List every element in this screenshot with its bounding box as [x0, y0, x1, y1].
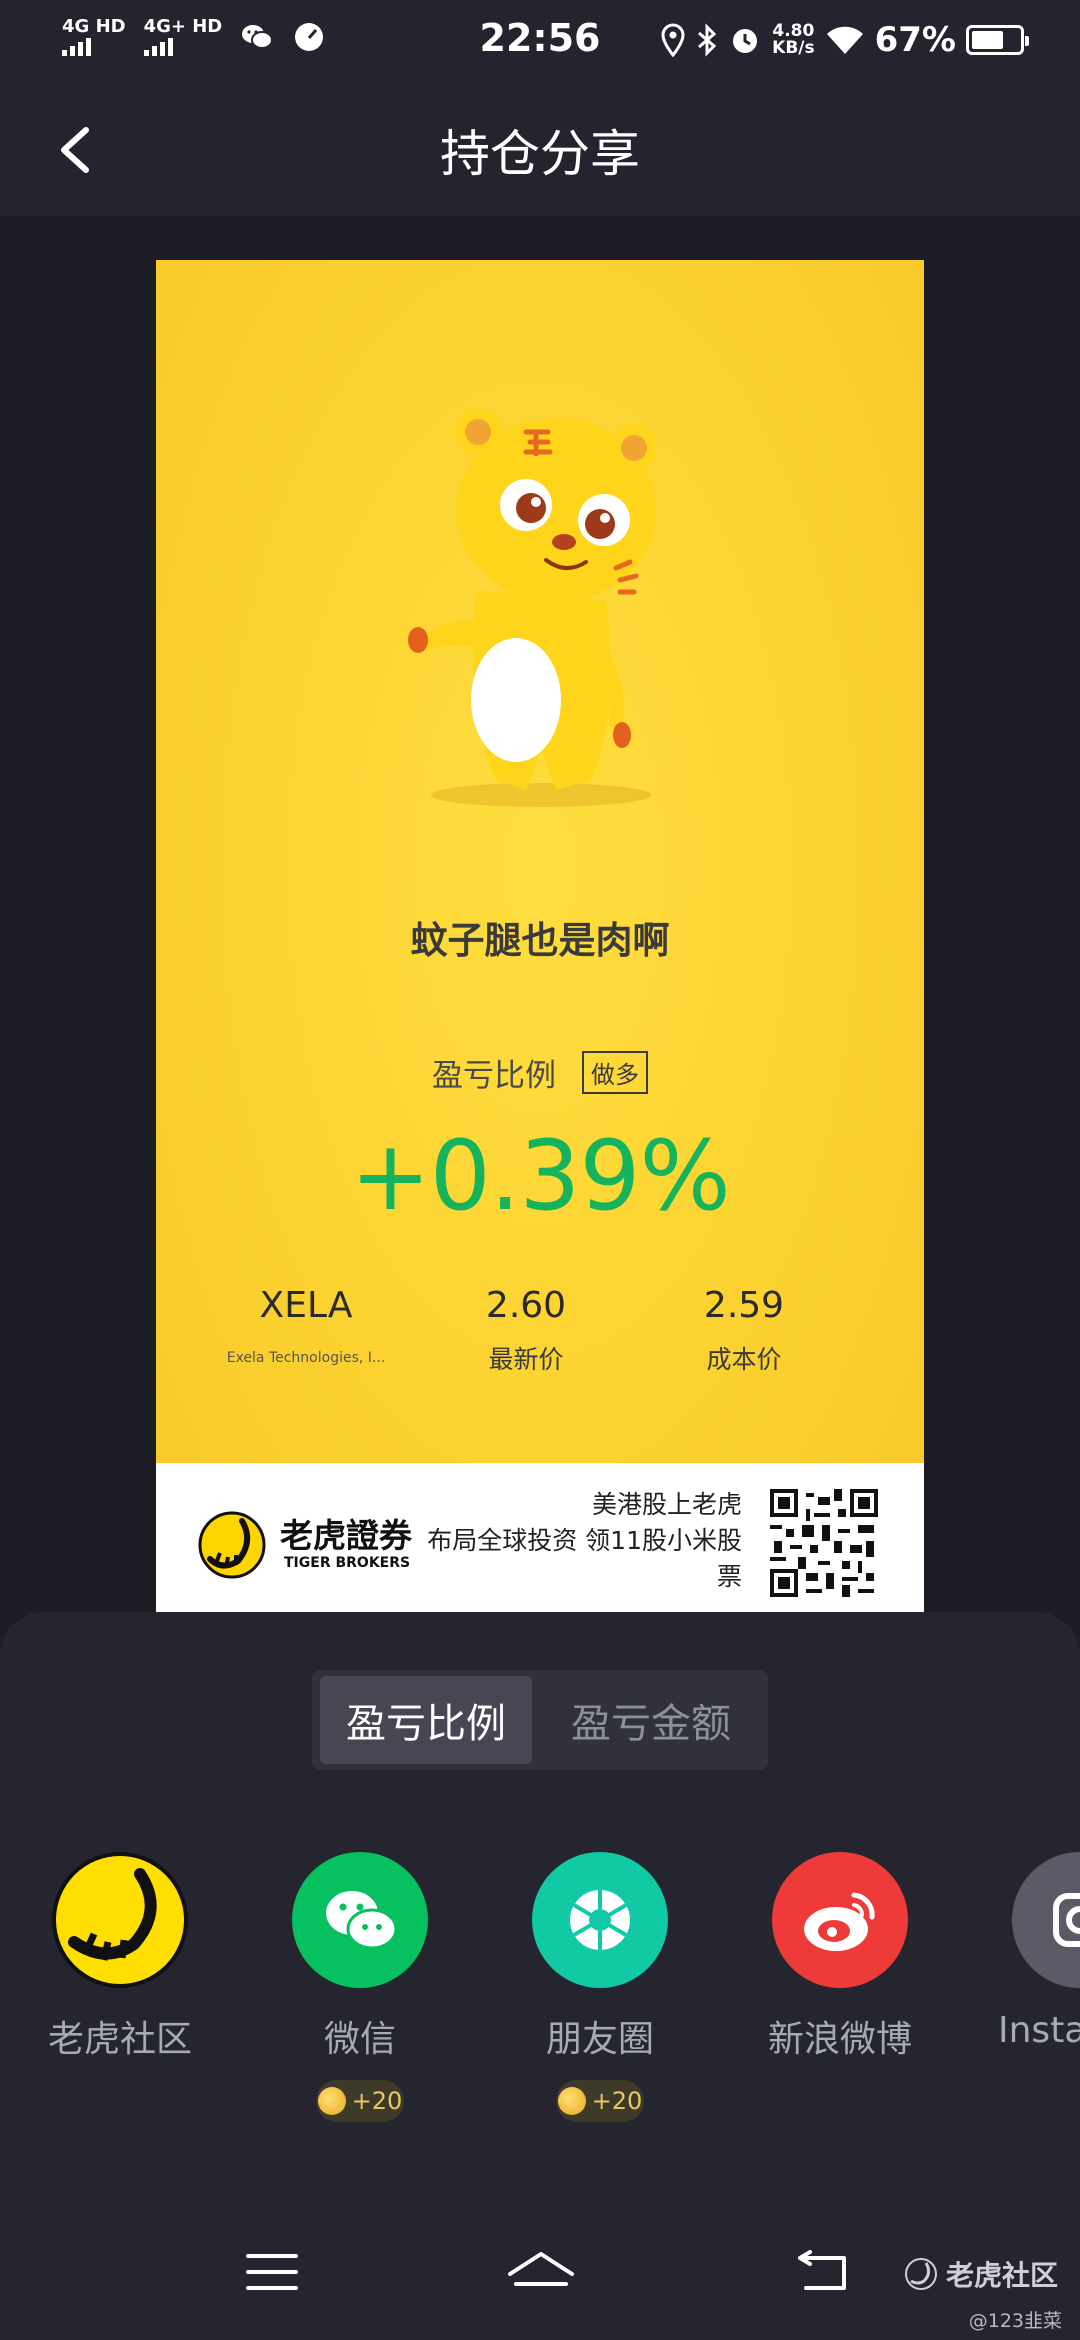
share-target-tiger-community[interactable]: 老虎社区: [20, 1852, 220, 2062]
coin-icon: [317, 2087, 346, 2115]
qr-code: [770, 1489, 878, 1597]
page-header: 持仓分享: [0, 84, 1080, 216]
moments-icon[interactable]: [532, 1852, 668, 1988]
pl-ratio-label: 盈亏比例: [432, 1058, 556, 1094]
bluetooth-icon: [698, 23, 717, 57]
brand-name-en: TIGER BROKERS: [284, 1555, 411, 1571]
watermark-brand-text: 老虎社区: [945, 2259, 1058, 2292]
cost-price-label: 成本价: [706, 1345, 782, 1374]
share-label-moments: 朋友圈: [545, 2019, 654, 2060]
moments-glyph: [570, 1890, 630, 1950]
battery-percent: 67%: [874, 20, 956, 60]
speed-unit: KB/s: [772, 38, 815, 58]
reward-amount: +20: [351, 2087, 403, 2115]
share-label-tiger-community: 老虎社区: [47, 2019, 192, 2060]
tiger-community-icon[interactable]: [52, 1852, 188, 1988]
network-speed: 4.80 KB/s: [772, 23, 814, 57]
menu-icon[interactable]: [244, 2250, 300, 2294]
reward-badge: +20: [556, 2080, 644, 2122]
weibo-glyph: [804, 1892, 875, 1951]
coin-icon: [557, 2087, 586, 2115]
tiger-community-glyph: [68, 1868, 157, 1961]
stock-name: Exela Technologies, I...: [226, 1350, 386, 1366]
promo-text: 美港股上老虎 布局全球投资 领11股小米股 票: [412, 1487, 742, 1595]
share-target-moments[interactable]: 朋友圈 +20: [500, 1852, 700, 2122]
status-bar: 4G HD 4G+ HD 22:56 4.80 KB/s 67%: [0, 0, 1080, 84]
location-icon: [661, 23, 685, 57]
watermark-brand: 老虎社区: [904, 2254, 1058, 2294]
wifi-icon: [826, 26, 863, 54]
promo-line-2: 布局全球投资 领11股小米股: [427, 1526, 742, 1555]
share-target-weibo[interactable]: 新浪微博: [740, 1852, 940, 2062]
latest-price-stat: 2.60 最新价: [441, 1285, 611, 1376]
wechat-icon[interactable]: [292, 1852, 428, 1988]
share-card: 蚊子腿也是肉啊 盈亏比例 做多 +0.39% XELA Exela Techno…: [156, 260, 924, 1612]
instagram-glyph: [1053, 1893, 1080, 1947]
stock-info: XELA Exela Technologies, I...: [206, 1285, 406, 1366]
weibo-icon[interactable]: [772, 1852, 908, 1988]
tiger-brokers-logo-icon: [198, 1511, 266, 1579]
battery-fill: [972, 31, 1003, 49]
tiger-community-watermark-icon: [904, 2258, 937, 2290]
position-direction-tag: 做多: [582, 1051, 648, 1094]
share-target-instagram[interactable]: Insta: [980, 1852, 1080, 2051]
stock-symbol: XELA: [259, 1285, 353, 1326]
toggle-pl-ratio[interactable]: 盈亏比例: [320, 1676, 532, 1764]
share-label-wechat: 微信: [323, 2019, 396, 2060]
reward-amount: +20: [591, 2087, 643, 2115]
back-nav-icon[interactable]: [796, 2250, 852, 2294]
battery-icon: [966, 25, 1029, 55]
wechat-glyph: [326, 1891, 398, 1950]
page-title: 持仓分享: [440, 125, 640, 183]
watermark-user: @123韭菜: [968, 2310, 1062, 2332]
promo-line-3: 票: [716, 1562, 742, 1591]
share-slogan: 蚊子腿也是肉啊: [410, 919, 670, 962]
brand-name-cn: 老虎證券: [280, 1516, 412, 1555]
reward-badge: +20: [316, 2080, 404, 2122]
pl-mode-toggle: 盈亏比例 盈亏金额: [312, 1670, 768, 1770]
tiger-mascot-illustration: [408, 408, 658, 807]
home-icon[interactable]: [506, 2250, 576, 2300]
latest-price-value: 2.60: [485, 1285, 567, 1326]
promo-line-1: 美港股上老虎: [591, 1490, 742, 1519]
cost-price-value: 2.59: [703, 1285, 785, 1326]
pl-ratio-row: 盈亏比例 做多: [156, 1050, 924, 1095]
pl-ratio-value: +0.39%: [350, 1120, 730, 1232]
alarm-icon: [733, 29, 758, 53]
cost-price-stat: 2.59 成本价: [659, 1285, 829, 1376]
card-footer: 老虎證券 TIGER BROKERS 美港股上老虎 布局全球投资 领11股小米股…: [156, 1463, 924, 1612]
share-label-instagram: Insta: [998, 2010, 1080, 2051]
instagram-icon[interactable]: [1012, 1852, 1080, 1988]
share-target-wechat[interactable]: 微信 +20: [260, 1852, 460, 2122]
toggle-pl-amount[interactable]: 盈亏金额: [540, 1676, 762, 1764]
status-right: 4.80 KB/s 67%: [660, 20, 1029, 60]
latest-price-label: 最新价: [488, 1345, 564, 1374]
share-label-weibo: 新浪微博: [767, 2019, 912, 2060]
